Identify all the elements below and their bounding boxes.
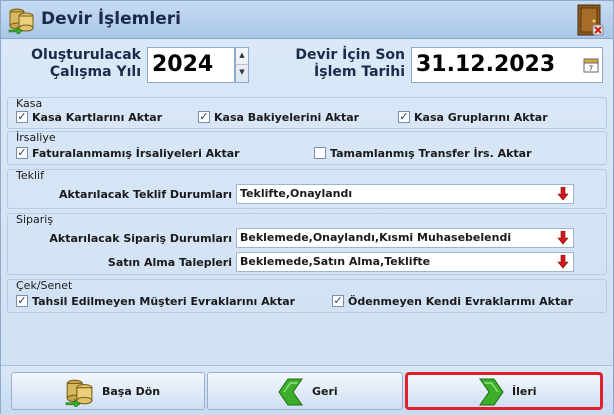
year-input[interactable]: 2024 xyxy=(147,47,235,83)
chevron-down-icon[interactable]: ▼ xyxy=(236,65,248,82)
checkbox-checked-icon[interactable]: ✓ xyxy=(398,111,410,123)
odenmeyen-kendi-checkbox[interactable]: ✓ Ödenmeyen Kendi Evraklarımı Aktar xyxy=(332,295,573,309)
checkbox-checked-icon[interactable]: ✓ xyxy=(16,147,28,159)
ileri-button[interactable]: İleri xyxy=(405,372,603,410)
kasa-kartlari-checkbox[interactable]: ✓ Kasa Kartlarını Aktar xyxy=(16,111,162,125)
dropdown-arrow-icon[interactable] xyxy=(557,254,569,269)
geri-button[interactable]: Geri xyxy=(207,372,403,410)
chevron-up-icon[interactable]: ▲ xyxy=(236,48,248,65)
header-row: Oluşturulacak Çalışma Yılı 2024 ▲ ▼ Devi… xyxy=(1,41,613,87)
exit-door-icon[interactable] xyxy=(573,3,607,37)
bottom-button-bar: Başa Dön Geri İleri xyxy=(1,365,613,415)
siparis-group-title: Sipariş xyxy=(16,213,54,226)
kasa-group: Kasa ✓ Kasa Kartlarını Aktar ✓ Kasa Bakiye… xyxy=(7,97,607,129)
irsaliye-group: İrsaliye ✓ Faturalanmamış İrsaliyeleri Ak… xyxy=(7,131,607,165)
year-stepper[interactable]: ▲ ▼ xyxy=(235,47,249,83)
siparis-durum-combo[interactable]: Beklemede,Onaylandı,Kısmi Muhasebelendi xyxy=(236,228,574,248)
kasa-bakiyeleri-checkbox[interactable]: ✓ Kasa Bakiyelerini Aktar xyxy=(198,111,359,125)
siparis-durum-label: Aktarılacak Sipariş Durumları xyxy=(49,232,232,245)
siparis-group: Sipariş Aktarılacak Sipariş Durumları Be… xyxy=(7,213,607,275)
tahsil-edilmeyen-checkbox[interactable]: ✓ Tahsil Edilmeyen Müşteri Evraklarını Ak… xyxy=(16,295,295,309)
database-transfer-icon xyxy=(7,6,35,36)
checkbox-checked-icon[interactable]: ✓ xyxy=(16,295,28,307)
cek-senet-group-title: Çek/Senet xyxy=(16,279,73,292)
date-input[interactable]: 31.12.2023 xyxy=(411,47,603,83)
kasa-group-title: Kasa xyxy=(16,97,43,110)
basa-don-button[interactable]: Başa Dön xyxy=(11,372,205,410)
teklif-durum-combo[interactable]: Teklifte,Onaylandı xyxy=(236,184,574,204)
faturalanmamis-irsaliye-checkbox[interactable]: ✓ Faturalanmamış İrsaliyeleri Aktar xyxy=(16,147,240,161)
arrow-left-icon xyxy=(278,377,304,410)
title-bar: Devir İşlemleri xyxy=(1,1,613,39)
database-transfer-icon xyxy=(64,377,94,410)
calendar-icon[interactable]: 7 xyxy=(581,55,601,75)
tamamlanmis-transfer-checkbox[interactable]: Tamamlanmış Transfer İrs. Aktar xyxy=(314,147,532,161)
checkbox-unchecked-icon[interactable] xyxy=(314,147,326,159)
checkbox-checked-icon[interactable]: ✓ xyxy=(16,111,28,123)
satin-alma-combo[interactable]: Beklemede,Satın Alma,Teklifte xyxy=(236,252,574,272)
teklif-durum-label: Aktarılacak Teklif Durumları xyxy=(58,188,232,201)
checkbox-checked-icon[interactable]: ✓ xyxy=(332,295,344,307)
kasa-gruplari-checkbox[interactable]: ✓ Kasa Gruplarını Aktar xyxy=(398,111,548,125)
teklif-group-title: Teklif xyxy=(16,169,44,182)
date-label: Devir İçin Son İşlem Tarihi xyxy=(295,47,405,80)
dropdown-arrow-icon[interactable] xyxy=(557,230,569,245)
calendar-day: 7 xyxy=(589,65,593,73)
arrow-right-icon xyxy=(478,377,504,410)
checkbox-checked-icon[interactable]: ✓ xyxy=(198,111,210,123)
teklif-group: Teklif Aktarılacak Teklif Durumları Tekl… xyxy=(7,169,607,209)
irsaliye-group-title: İrsaliye xyxy=(16,131,56,144)
satin-alma-label: Satın Alma Talepleri xyxy=(107,256,232,269)
dropdown-arrow-icon[interactable] xyxy=(557,186,569,201)
devir-islemleri-window: Devir İşlemleri Oluşturulacak Çalışma Yı… xyxy=(0,0,614,415)
year-label: Oluşturulacak Çalışma Yılı xyxy=(31,47,141,80)
cek-senet-group: Çek/Senet ✓ Tahsil Edilmeyen Müşteri Evra… xyxy=(7,279,607,313)
window-title: Devir İşlemleri xyxy=(41,9,181,29)
